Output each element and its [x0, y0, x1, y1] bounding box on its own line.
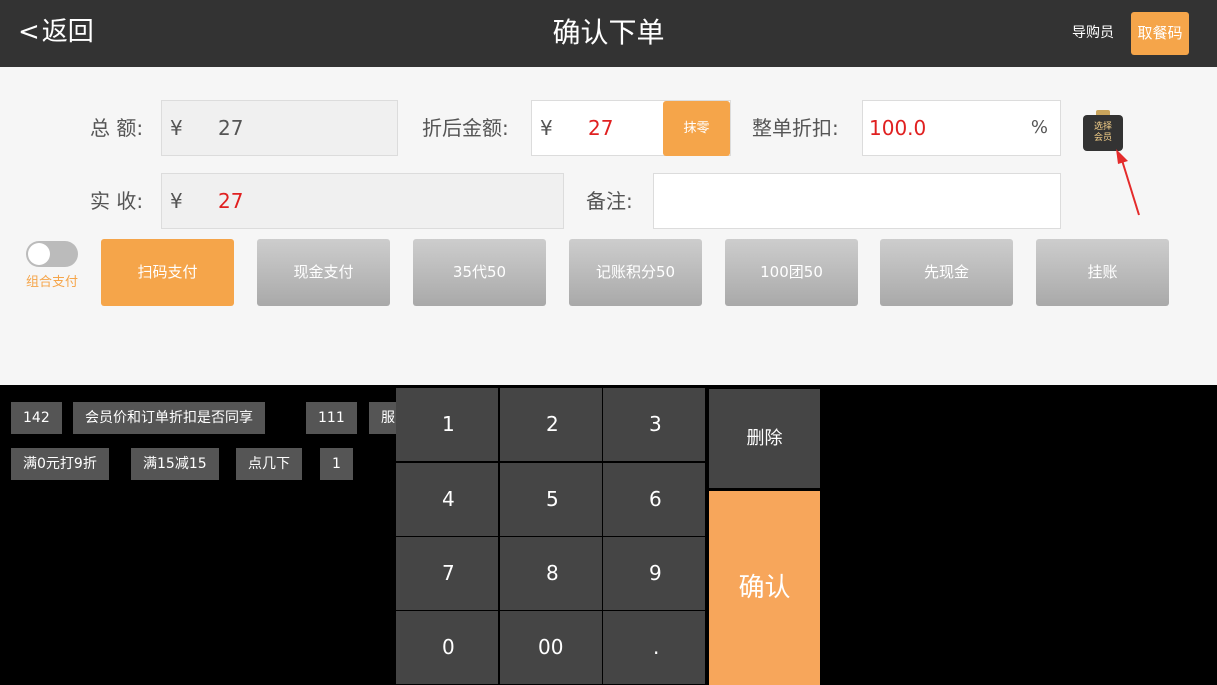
select-member-button[interactable]: 选择 会员: [1083, 110, 1123, 151]
tag-item[interactable]: 满0元打9折: [11, 448, 109, 480]
top-bar: < 返回 确认下单 导购员 取餐码: [0, 0, 1217, 67]
pay-method-cash[interactable]: 现金支付: [257, 239, 390, 306]
pay-method-scan[interactable]: 扫码支付: [101, 239, 234, 306]
key-7[interactable]: 7: [396, 537, 498, 610]
key-4[interactable]: 4: [396, 463, 498, 536]
order-discount-field[interactable]: 100.0 %: [862, 100, 1061, 156]
currency-symbol: ¥: [540, 116, 553, 140]
total-label: 总 额:: [90, 116, 144, 140]
tag-item[interactable]: 点几下: [236, 448, 302, 480]
select-member-line2: 会员: [1093, 133, 1112, 143]
discounted-amount-label: 折后金额:: [422, 116, 509, 140]
combo-pay-label: 组合支付: [26, 275, 79, 290]
remark-label: 备注:: [586, 189, 633, 213]
key-5[interactable]: 5: [500, 463, 602, 536]
key-6[interactable]: 6: [603, 463, 705, 536]
key-3[interactable]: 3: [603, 388, 705, 461]
delete-button[interactable]: 删除: [709, 389, 820, 488]
pickup-code-button[interactable]: 取餐码: [1131, 12, 1189, 55]
order-discount-value: 100.0: [869, 116, 927, 140]
key-0[interactable]: 0: [396, 611, 498, 684]
discounted-amount-value: 27: [588, 116, 614, 140]
currency-symbol: ¥: [170, 116, 183, 140]
toggle-knob: [28, 243, 50, 265]
order-panel: 总 额: ¥ 27 折后金额: ¥ 27 抹零 整单折扣: 100.0 % 选择…: [0, 67, 1217, 385]
percent-sign: %: [1030, 117, 1048, 138]
currency-symbol: ¥: [170, 189, 183, 213]
pay-method-group-100-50[interactable]: 100团50: [725, 239, 858, 306]
tag-item[interactable]: 满15减15: [131, 448, 219, 480]
key-1[interactable]: 1: [396, 388, 498, 461]
shopping-guide-button[interactable]: 导购员: [1072, 24, 1114, 42]
tag-item[interactable]: 服: [369, 402, 396, 434]
select-member-line1: 选择: [1093, 122, 1112, 132]
order-discount-label: 整单折扣:: [752, 116, 839, 140]
page-title: 确认下单: [552, 16, 665, 49]
received-amount-field: ¥ 27: [161, 173, 564, 229]
tag-item[interactable]: 会员价和订单折扣是否同享: [73, 402, 265, 434]
received-amount-value: 27: [218, 189, 244, 213]
key-00[interactable]: 00: [500, 611, 602, 684]
pay-method-35-for-50[interactable]: 35代50: [413, 239, 546, 306]
total-amount-field: ¥ 27: [161, 100, 398, 156]
tag-item[interactable]: 142: [11, 402, 62, 434]
total-amount-value: 27: [218, 116, 244, 140]
pay-method-on-account[interactable]: 挂账: [1036, 239, 1169, 306]
key-9[interactable]: 9: [603, 537, 705, 610]
received-label: 实 收:: [90, 189, 144, 213]
remark-input[interactable]: [653, 173, 1061, 229]
key-dot[interactable]: .: [603, 611, 705, 684]
pay-method-points-50[interactable]: 记账积分50: [569, 239, 702, 306]
confirm-button[interactable]: 确认: [709, 491, 820, 685]
pay-method-cash-first[interactable]: 先现金: [880, 239, 1013, 306]
key-8[interactable]: 8: [500, 537, 602, 610]
round-off-button[interactable]: 抹零: [663, 101, 730, 156]
tag-item[interactable]: 1: [320, 448, 353, 480]
red-arrow-annotation: [1116, 149, 1140, 216]
tag-item[interactable]: 111: [306, 402, 357, 434]
discount-tags: 142 会员价和订单折扣是否同享 111 服 满0元打9折 满15减15 点几下…: [0, 385, 396, 685]
combo-pay-toggle[interactable]: [26, 241, 78, 267]
key-2[interactable]: 2: [500, 388, 602, 461]
